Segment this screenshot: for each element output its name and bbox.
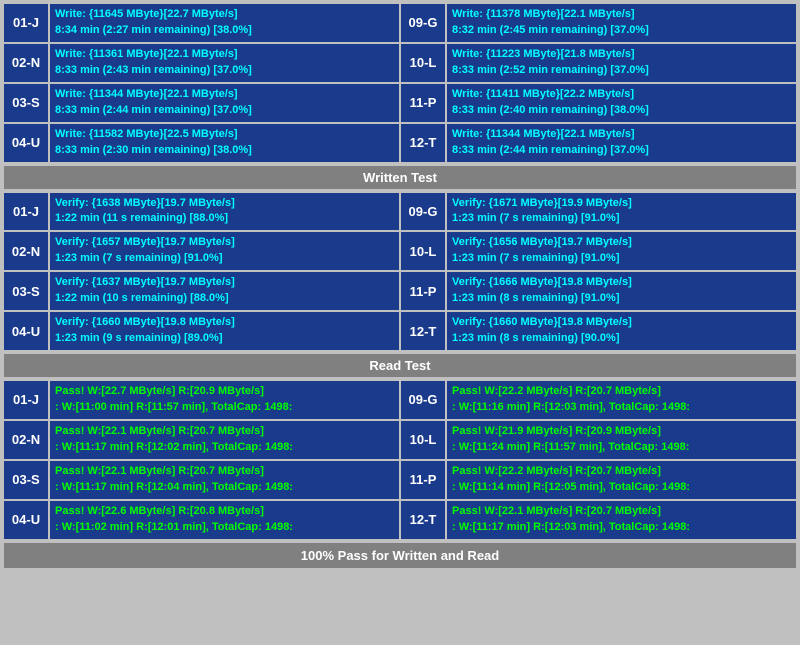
dev-id-09g-verify: 09-G xyxy=(401,193,445,231)
verify-row-4: 04-U Verify: {1660 MByte}[19.8 MByte/s] … xyxy=(4,312,796,350)
read-test-header: Read Test xyxy=(4,354,796,377)
dev-data-09g-verify: Verify: {1671 MByte}[19.9 MByte/s] 1:23 … xyxy=(447,193,796,231)
dev-id-12t-read: 12-T xyxy=(401,501,445,539)
dev-id-04u-read: 04-U xyxy=(4,501,48,539)
dev-id-11p-read: 11-P xyxy=(401,461,445,499)
dev-id-09g-write: 09-G xyxy=(401,4,445,42)
write-row-2: 02-N Write: {11361 MByte}[22.1 MByte/s] … xyxy=(4,44,796,82)
dev-data-04u-verify: Verify: {1660 MByte}[19.8 MByte/s] 1:23 … xyxy=(50,312,399,350)
dev-id-01j-read: 01-J xyxy=(4,381,48,419)
dev-id-03s-read: 03-S xyxy=(4,461,48,499)
dev-data-04u-read: Pass! W:[22.6 MByte/s] R:[20.8 MByte/s] … xyxy=(50,501,399,539)
verify-section: 01-J Verify: {1638 MByte}[19.7 MByte/s] … xyxy=(4,193,796,351)
footer-bar: 100% Pass for Written and Read xyxy=(4,543,796,568)
dev-data-12t-verify: Verify: {1660 MByte}[19.8 MByte/s] 1:23 … xyxy=(447,312,796,350)
dev-data-01j-verify: Verify: {1638 MByte}[19.7 MByte/s] 1:22 … xyxy=(50,193,399,231)
read-section: 01-J Pass! W:[22.7 MByte/s] R:[20.9 MByt… xyxy=(4,381,796,539)
dev-id-10l-verify: 10-L xyxy=(401,232,445,270)
dev-id-11p-verify: 11-P xyxy=(401,272,445,310)
dev-id-12t-verify: 12-T xyxy=(401,312,445,350)
dev-id-02n-verify: 02-N xyxy=(4,232,48,270)
dev-id-03s-write: 03-S xyxy=(4,84,48,122)
dev-data-02n-verify: Verify: {1657 MByte}[19.7 MByte/s] 1:23 … xyxy=(50,232,399,270)
written-test-header: Written Test xyxy=(4,166,796,189)
dev-data-11p-read: Pass! W:[22.2 MByte/s] R:[20.7 MByte/s] … xyxy=(447,461,796,499)
read-row-2: 02-N Pass! W:[22.1 MByte/s] R:[20.7 MByt… xyxy=(4,421,796,459)
write-row-3: 03-S Write: {11344 MByte}[22.1 MByte/s] … xyxy=(4,84,796,122)
dev-id-04u-verify: 04-U xyxy=(4,312,48,350)
verify-row-2: 02-N Verify: {1657 MByte}[19.7 MByte/s] … xyxy=(4,232,796,270)
dev-id-01j-verify: 01-J xyxy=(4,193,48,231)
dev-id-09g-read: 09-G xyxy=(401,381,445,419)
dev-data-04u-write: Write: {11582 MByte}[22.5 MByte/s] 8:33 … xyxy=(50,124,399,162)
write-section: 01-J Write: {11645 MByte}[22.7 MByte/s] … xyxy=(4,4,796,162)
dev-data-09g-read: Pass! W:[22.2 MByte/s] R:[20.7 MByte/s] … xyxy=(447,381,796,419)
dev-data-09g-write: Write: {11378 MByte}[22.1 MByte/s] 8:32 … xyxy=(447,4,796,42)
dev-data-11p-write: Write: {11411 MByte}[22.2 MByte/s] 8:33 … xyxy=(447,84,796,122)
dev-data-12t-read: Pass! W:[22.1 MByte/s] R:[20.7 MByte/s] … xyxy=(447,501,796,539)
dev-data-10l-verify: Verify: {1656 MByte}[19.7 MByte/s] 1:23 … xyxy=(447,232,796,270)
read-row-1: 01-J Pass! W:[22.7 MByte/s] R:[20.9 MByt… xyxy=(4,381,796,419)
write-row-4: 04-U Write: {11582 MByte}[22.5 MByte/s] … xyxy=(4,124,796,162)
dev-data-01j-write: Write: {11645 MByte}[22.7 MByte/s] 8:34 … xyxy=(50,4,399,42)
dev-data-02n-write: Write: {11361 MByte}[22.1 MByte/s] 8:33 … xyxy=(50,44,399,82)
dev-data-12t-write: Write: {11344 MByte}[22.1 MByte/s] 8:33 … xyxy=(447,124,796,162)
dev-id-02n-write: 02-N xyxy=(4,44,48,82)
read-row-4: 04-U Pass! W:[22.6 MByte/s] R:[20.8 MByt… xyxy=(4,501,796,539)
dev-data-01j-read: Pass! W:[22.7 MByte/s] R:[20.9 MByte/s] … xyxy=(50,381,399,419)
dev-id-02n-read: 02-N xyxy=(4,421,48,459)
verify-row-3: 03-S Verify: {1637 MByte}[19.7 MByte/s] … xyxy=(4,272,796,310)
main-container: 01-J Write: {11645 MByte}[22.7 MByte/s] … xyxy=(0,0,800,572)
verify-row-1: 01-J Verify: {1638 MByte}[19.7 MByte/s] … xyxy=(4,193,796,231)
write-row-1: 01-J Write: {11645 MByte}[22.7 MByte/s] … xyxy=(4,4,796,42)
dev-id-03s-verify: 03-S xyxy=(4,272,48,310)
read-row-3: 03-S Pass! W:[22.1 MByte/s] R:[20.7 MByt… xyxy=(4,461,796,499)
dev-id-10l-read: 10-L xyxy=(401,421,445,459)
dev-data-03s-write: Write: {11344 MByte}[22.1 MByte/s] 8:33 … xyxy=(50,84,399,122)
dev-data-03s-verify: Verify: {1637 MByte}[19.7 MByte/s] 1:22 … xyxy=(50,272,399,310)
dev-data-11p-verify: Verify: {1666 MByte}[19.8 MByte/s] 1:23 … xyxy=(447,272,796,310)
dev-data-10l-read: Pass! W:[21.9 MByte/s] R:[20.9 MByte/s] … xyxy=(447,421,796,459)
dev-data-02n-read: Pass! W:[22.1 MByte/s] R:[20.7 MByte/s] … xyxy=(50,421,399,459)
dev-data-10l-write: Write: {11223 MByte}[21.8 MByte/s] 8:33 … xyxy=(447,44,796,82)
dev-id-01j-write: 01-J xyxy=(4,4,48,42)
dev-id-11p-write: 11-P xyxy=(401,84,445,122)
dev-id-10l-write: 10-L xyxy=(401,44,445,82)
dev-id-12t-write: 12-T xyxy=(401,124,445,162)
dev-data-03s-read: Pass! W:[22.1 MByte/s] R:[20.7 MByte/s] … xyxy=(50,461,399,499)
dev-id-04u-write: 04-U xyxy=(4,124,48,162)
